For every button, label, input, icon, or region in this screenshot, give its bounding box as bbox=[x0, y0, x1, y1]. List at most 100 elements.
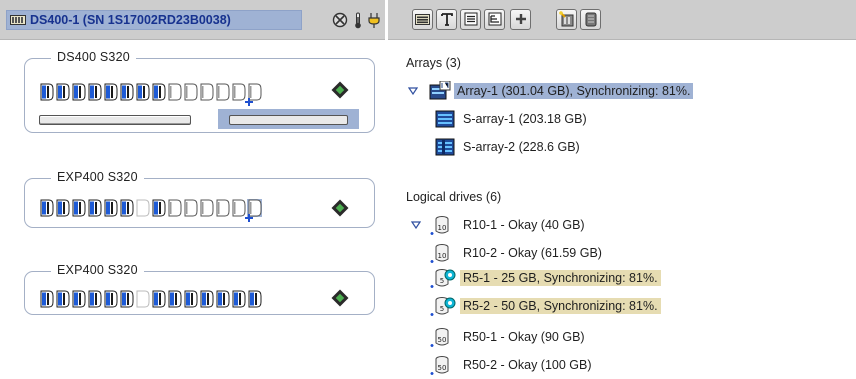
enclosure-2[interactable]: EXP400 S320 bbox=[24, 170, 375, 228]
svg-text:50: 50 bbox=[438, 364, 447, 372]
controller-chip-icon[interactable] bbox=[331, 199, 349, 220]
drive-bay-icon[interactable] bbox=[119, 83, 134, 101]
empty-bay-icon[interactable] bbox=[215, 199, 230, 217]
expand-triangle-icon[interactable] bbox=[406, 87, 420, 95]
temperature-icon[interactable] bbox=[354, 12, 362, 29]
empty-bay-icon[interactable] bbox=[215, 83, 230, 101]
add-icon bbox=[514, 12, 528, 26]
enclosure-title-bar[interactable]: DS400-1 (SN 1S17002RD23B0038) bbox=[6, 10, 302, 30]
drive-bay-icon[interactable] bbox=[247, 290, 262, 308]
drive-bay-icon[interactable] bbox=[39, 290, 54, 308]
array-item-label: S-array-1 (203.18 GB) bbox=[463, 112, 587, 126]
show-list-icon bbox=[464, 12, 478, 26]
logical-drive-item[interactable]: 10 R10-1 - Okay (40 GB) bbox=[406, 214, 588, 236]
logical-drive-raid-5-icon: 5 bbox=[426, 267, 460, 289]
show-enclosure-button[interactable] bbox=[412, 8, 433, 30]
array-item-s-array-1[interactable]: S-array-1 (203.18 GB) bbox=[432, 108, 590, 130]
toolbar bbox=[388, 0, 856, 40]
logical-drive-item[interactable]: 5 R5-1 - 25 GB, Synchronizing: 81%. bbox=[426, 267, 661, 289]
array-bar-left[interactable] bbox=[39, 115, 191, 125]
empty-bay-icon[interactable] bbox=[245, 199, 262, 222]
drive-bay-icon[interactable] bbox=[231, 290, 246, 308]
drive-bay-icon[interactable] bbox=[87, 290, 102, 308]
drive-bay-icon[interactable] bbox=[71, 290, 86, 308]
enclosure-1-label: DS400 S320 bbox=[51, 50, 136, 64]
drive-bay-icon[interactable] bbox=[103, 290, 118, 308]
controller-chip-icon[interactable] bbox=[331, 289, 349, 310]
drive-bay-icon[interactable] bbox=[87, 83, 102, 101]
storage-disk-button[interactable] bbox=[580, 8, 601, 30]
array-item-array-1[interactable]: Array-1 (301.04 GB), Synchronizing: 81%. bbox=[406, 80, 694, 102]
empty-bay-icon[interactable] bbox=[135, 290, 150, 308]
show-text-button[interactable] bbox=[436, 8, 457, 30]
enclosure-title: DS400-1 (SN 1S17002RD23B0038) bbox=[30, 13, 231, 27]
logical-drive-label: R5-2 - 50 GB, Synchronizing: 81%. bbox=[460, 298, 661, 314]
drive-bay-icon[interactable] bbox=[103, 199, 118, 217]
logical-drive-label: R5-1 - 25 GB, Synchronizing: 81%. bbox=[460, 270, 661, 286]
empty-bay-icon[interactable] bbox=[167, 83, 182, 101]
controller-chip-icon[interactable] bbox=[331, 81, 349, 102]
hot-spare-wizard-button[interactable] bbox=[556, 8, 577, 30]
empty-bay-icon[interactable] bbox=[245, 83, 262, 106]
logical-drive-item[interactable]: 50 R50-1 - Okay (90 GB) bbox=[426, 326, 588, 348]
array-bar-right-highlight[interactable] bbox=[218, 109, 359, 129]
drive-bay-icon[interactable] bbox=[215, 290, 230, 308]
drive-bay-icon[interactable] bbox=[87, 199, 102, 217]
logical-drive-item[interactable]: 50 R50-2 - Okay (100 GB) bbox=[426, 354, 595, 376]
show-list-button[interactable] bbox=[460, 8, 481, 30]
drive-bay-icon[interactable] bbox=[119, 199, 134, 217]
drive-bay-icon[interactable] bbox=[55, 290, 70, 308]
drive-bay-icon[interactable] bbox=[71, 83, 86, 101]
drive-bay-icon[interactable] bbox=[151, 199, 166, 217]
svg-text:5: 5 bbox=[440, 277, 444, 285]
drive-bay-icon[interactable] bbox=[167, 290, 182, 308]
drive-bay-icon[interactable] bbox=[55, 83, 70, 101]
drive-bay-icon[interactable] bbox=[39, 83, 54, 101]
drive-bay-icon[interactable] bbox=[71, 199, 86, 217]
enclosure-1[interactable]: DS400 S320 bbox=[24, 50, 375, 133]
spanned-array-icon bbox=[432, 138, 460, 156]
drive-bay-icon[interactable] bbox=[55, 199, 70, 217]
show-tree-button[interactable] bbox=[484, 8, 505, 30]
logical-drive-raid-10-icon: 10 bbox=[426, 242, 460, 264]
svg-text:10: 10 bbox=[438, 224, 447, 232]
array-item-label: S-array-2 (228.6 GB) bbox=[463, 140, 580, 154]
logical-drive-raid-50-icon: 50 bbox=[426, 326, 460, 348]
empty-bay-icon[interactable] bbox=[231, 83, 246, 101]
logical-drive-label: R10-2 - Okay (61.59 GB) bbox=[463, 246, 602, 260]
spanned-array-icon bbox=[432, 110, 460, 128]
empty-bay-icon[interactable] bbox=[183, 83, 198, 101]
add-button[interactable] bbox=[510, 8, 531, 30]
logical-drive-item[interactable]: 10 R10-2 - Okay (61.59 GB) bbox=[426, 242, 605, 264]
enclosure-3[interactable]: EXP400 S320 bbox=[24, 263, 375, 315]
show-text-icon bbox=[440, 12, 454, 27]
drive-bay-icon[interactable] bbox=[39, 199, 54, 217]
logical-drive-label: R50-1 - Okay (90 GB) bbox=[463, 330, 585, 344]
hot-spare-wizard-icon bbox=[558, 11, 575, 27]
empty-bay-icon[interactable] bbox=[199, 83, 214, 101]
array-item-s-array-2[interactable]: S-array-2 (228.6 GB) bbox=[432, 136, 583, 158]
drive-bay-icon[interactable] bbox=[103, 83, 118, 101]
empty-bay-icon[interactable] bbox=[135, 199, 150, 217]
enclosure-icon bbox=[10, 14, 26, 26]
drive-bay-icon[interactable] bbox=[151, 290, 166, 308]
power-icon[interactable] bbox=[368, 12, 380, 29]
drive-bay-icon[interactable] bbox=[199, 290, 214, 308]
event-status-icon[interactable] bbox=[332, 12, 348, 28]
empty-bay-icon[interactable] bbox=[231, 199, 246, 217]
array-item-label: Array-1 (301.04 GB), Synchronizing: 81%. bbox=[454, 83, 694, 99]
svg-text:10: 10 bbox=[438, 252, 447, 260]
expand-triangle-icon[interactable] bbox=[406, 221, 426, 229]
empty-bay-icon[interactable] bbox=[199, 199, 214, 217]
drive-bays bbox=[39, 83, 263, 106]
logical-drive-raid-10-icon: 10 bbox=[426, 214, 460, 236]
logical-drive-item[interactable]: 5 R5-2 - 50 GB, Synchronizing: 81%. bbox=[426, 295, 661, 317]
drive-bay-icon[interactable] bbox=[135, 83, 150, 101]
hot-spare-marker-icon bbox=[245, 95, 253, 106]
array-icon bbox=[426, 81, 454, 101]
empty-bay-icon[interactable] bbox=[167, 199, 182, 217]
empty-bay-icon[interactable] bbox=[183, 199, 198, 217]
drive-bay-icon[interactable] bbox=[183, 290, 198, 308]
drive-bay-icon[interactable] bbox=[151, 83, 166, 101]
drive-bay-icon[interactable] bbox=[119, 290, 134, 308]
